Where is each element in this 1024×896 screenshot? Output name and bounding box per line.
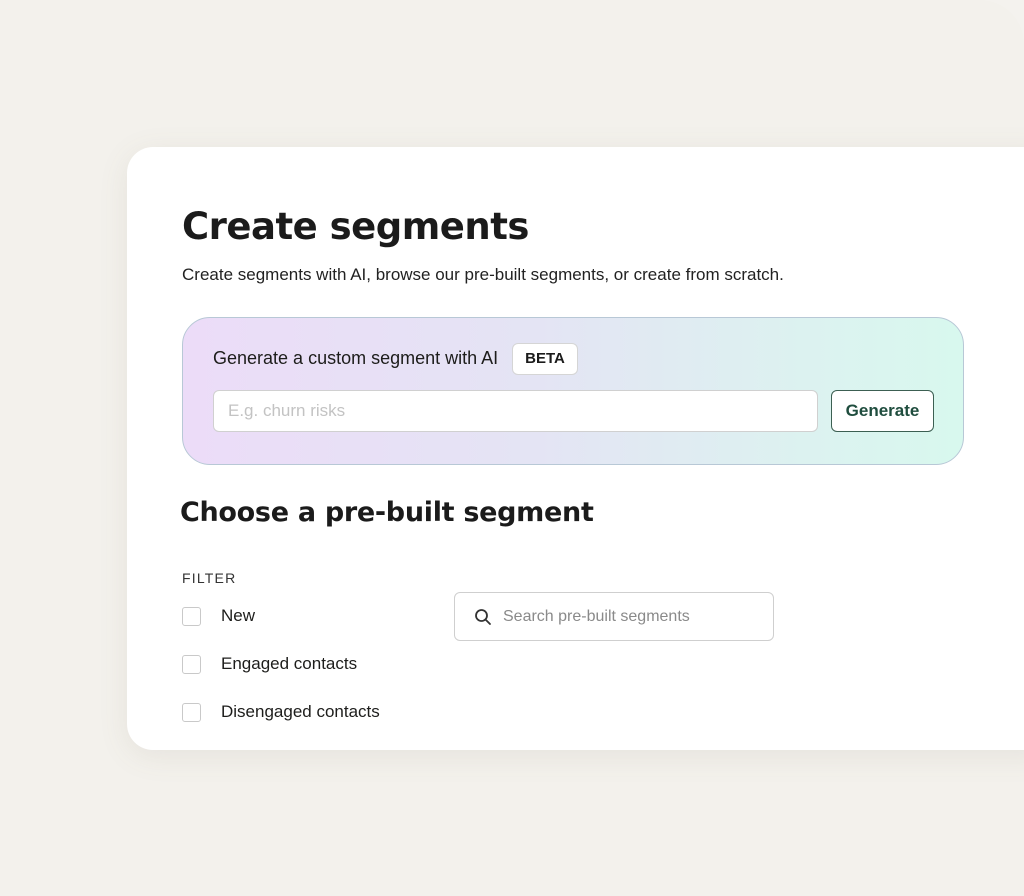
- prebuilt-search-input[interactable]: [503, 593, 765, 640]
- page-title: Create segments: [182, 205, 529, 248]
- filter-label-engaged-contacts: Engaged contacts: [221, 654, 358, 673]
- filter-checkbox-engaged-contacts[interactable]: [182, 654, 201, 674]
- search-icon: [475, 609, 491, 625]
- prebuilt-search-box[interactable]: [454, 592, 774, 641]
- page-subtitle: Create segments with AI, browse our pre-…: [182, 265, 784, 284]
- ai-segment-input[interactable]: [213, 390, 818, 432]
- filter-label-new: New: [221, 606, 256, 625]
- filter-checkbox-new[interactable]: [182, 606, 201, 626]
- ai-segment-generator: Generate a custom segment with AI BETA G…: [182, 317, 964, 465]
- filter-option-disengaged-contacts[interactable]: Disengaged contacts: [182, 700, 380, 724]
- filter-option-new[interactable]: New: [182, 604, 255, 628]
- filter-label-disengaged-contacts: Disengaged contacts: [221, 702, 380, 721]
- filter-option-engaged-contacts[interactable]: Engaged contacts: [182, 652, 357, 676]
- ai-generator-label: Generate a custom segment with AI: [213, 348, 499, 368]
- prebuilt-section-title: Choose a pre-built segment: [180, 497, 594, 528]
- generate-button[interactable]: Generate: [831, 390, 934, 432]
- create-segments-card: Create segments Create segments with AI,…: [127, 147, 1024, 750]
- filter-checkbox-disengaged-contacts[interactable]: [182, 702, 201, 722]
- filter-heading: FILTER: [182, 570, 237, 586]
- beta-badge: BETA: [512, 343, 578, 375]
